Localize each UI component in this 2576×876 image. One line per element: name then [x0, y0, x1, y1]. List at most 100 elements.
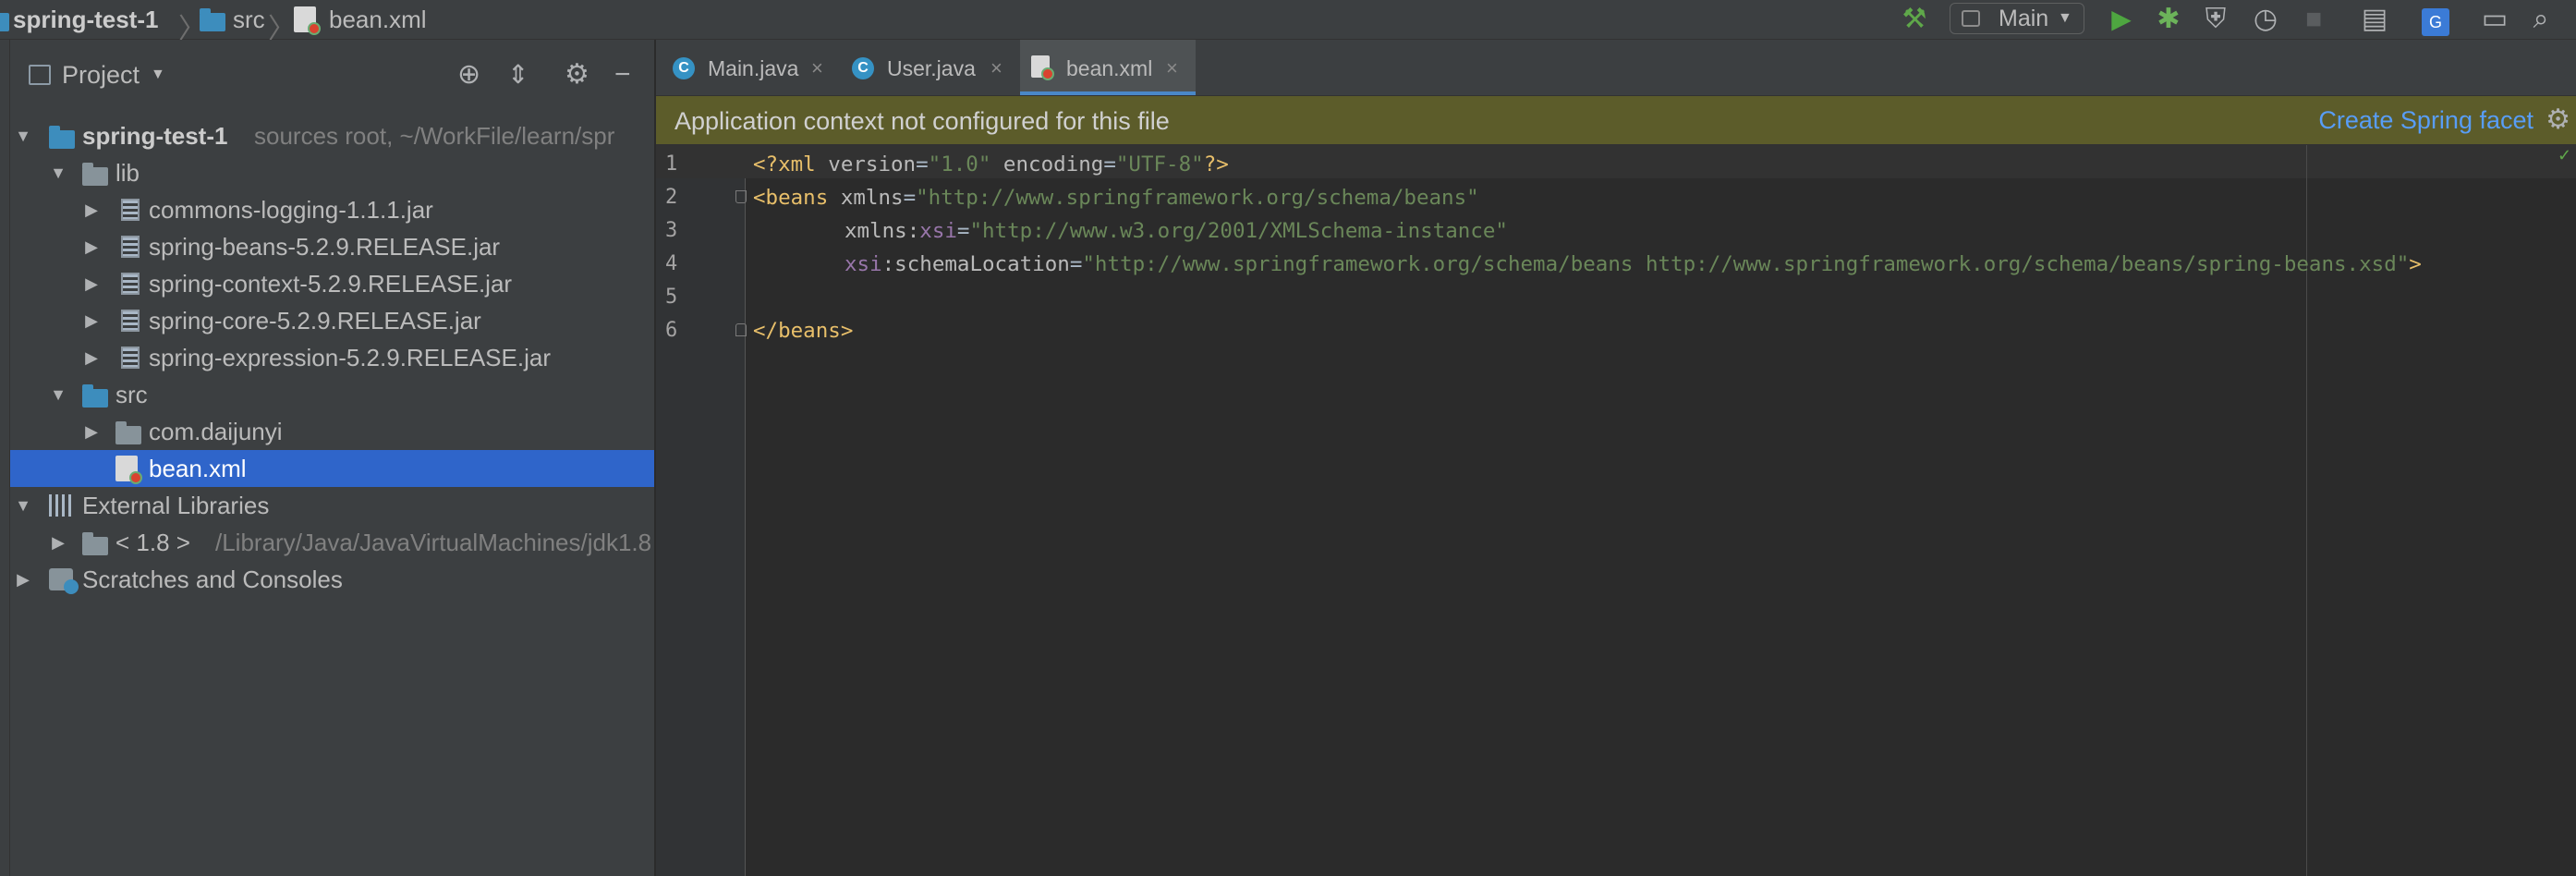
expand-arrow-icon[interactable]: ▼: [47, 376, 69, 413]
tab-bean-xml[interactable]: bean.xml ×: [1020, 40, 1196, 95]
equals: =: [916, 152, 929, 176]
tab-label: bean.xml: [1066, 56, 1153, 80]
tree-item-scratches[interactable]: ▶ Scratches and Consoles: [10, 561, 654, 598]
libraries-icon: [49, 494, 75, 517]
tab-label: Main.java: [708, 56, 799, 80]
tree-item-jar[interactable]: ▶ spring-context-5.2.9.RELEASE.jar: [10, 265, 654, 302]
navigation-bar: spring-test-1 〉 src 〉 bean.xml ⚒ Main ▼ …: [0, 0, 2576, 44]
attr-value: "UTF-8": [1115, 152, 1204, 176]
tree-item-module[interactable]: ▼ spring-test-1 sources root, ~/WorkFile…: [10, 117, 654, 154]
translate-badge: G: [2422, 8, 2449, 36]
spring-xml-icon: [294, 6, 321, 35]
collapsed-arrow-icon[interactable]: ▶: [80, 265, 103, 302]
tree-item-package[interactable]: ▶ com.daijunyi: [10, 413, 654, 450]
run-icon[interactable]: ▶: [2103, 0, 2140, 39]
colon: :: [906, 219, 920, 243]
attr-value: "http://www.springframework.org/schema/b…: [1082, 252, 2410, 276]
expand-arrow-icon[interactable]: ▼: [12, 117, 34, 154]
tree-item-jdk[interactable]: ▶ < 1.8 > /Library/Java/JavaVirtualMachi…: [10, 524, 654, 561]
close-icon[interactable]: ×: [990, 40, 1002, 97]
project-view-icon: [29, 65, 51, 85]
tree-item-external-libraries[interactable]: ▼ External Libraries: [10, 487, 654, 524]
editor-tab-bar: C Main.java × C User.java × bean.xml ×: [656, 40, 2576, 96]
line-number: 4: [665, 252, 678, 275]
search-icon[interactable]: ⌕: [2522, 0, 2559, 39]
breadcrumb-file[interactable]: bean.xml: [329, 0, 427, 39]
chevron-down-icon[interactable]: ▼: [151, 49, 165, 101]
line-number: 6: [665, 319, 678, 342]
breadcrumb-src[interactable]: src: [233, 0, 265, 39]
profile-clock-icon[interactable]: ◷: [2247, 0, 2284, 39]
translate-icon[interactable]: G: [2417, 0, 2454, 39]
terminal-window-icon[interactable]: ▭: [2476, 0, 2513, 39]
tag-open: <beans: [753, 186, 841, 210]
collapsed-arrow-icon[interactable]: ▶: [47, 524, 69, 561]
collapsed-arrow-icon[interactable]: ▶: [80, 339, 103, 376]
tree-item-label: com.daijunyi: [149, 418, 283, 445]
expand-arrow-icon[interactable]: ▼: [47, 154, 69, 191]
tree-item-label: spring-context-5.2.9.RELEASE.jar: [149, 270, 513, 298]
close-icon[interactable]: ×: [1166, 40, 1178, 97]
gear-icon[interactable]: ⚙: [2546, 96, 2570, 144]
collapsed-arrow-icon[interactable]: ▶: [80, 302, 103, 339]
collapsed-arrow-icon[interactable]: ▶: [80, 413, 103, 450]
gear-icon[interactable]: ⚙: [565, 49, 589, 101]
jar-archive-icon: [121, 273, 140, 295]
attr-value: "http://www.w3.org/2001/XMLSchema-instan…: [969, 219, 1508, 243]
run-configuration-dropdown[interactable]: Main ▼: [1950, 3, 2084, 34]
tree-item-label: spring-core-5.2.9.RELEASE.jar: [149, 307, 481, 335]
collapse-all-icon[interactable]: ⇕: [507, 49, 529, 101]
collapsed-arrow-icon[interactable]: ▶: [80, 191, 103, 228]
folder-icon: [200, 8, 225, 31]
equals: =: [956, 219, 970, 243]
fold-marker-icon[interactable]: [735, 190, 747, 203]
line-number: 5: [665, 286, 678, 309]
inspection-ok-icon[interactable]: ✓: [2558, 146, 2571, 165]
create-spring-facet-link[interactable]: Create Spring facet: [2318, 96, 2533, 144]
project-panel-title[interactable]: Project: [62, 49, 140, 101]
tree-item-label: spring-test-1: [82, 122, 228, 150]
coverage-shield-icon[interactable]: ⛨: [2197, 0, 2234, 39]
tree-item-jar[interactable]: ▶ spring-expression-5.2.9.RELEASE.jar: [10, 339, 654, 376]
expand-arrow-icon[interactable]: ▼: [12, 487, 34, 524]
tab-main-java[interactable]: C Main.java ×: [656, 40, 837, 95]
collapsed-arrow-icon[interactable]: ▶: [12, 561, 34, 598]
jar-archive-icon: [121, 199, 140, 221]
equals: =: [1069, 252, 1083, 276]
stop-icon[interactable]: ■: [2295, 0, 2332, 39]
attr-name: version: [828, 152, 917, 176]
fold-marker-icon[interactable]: [735, 323, 747, 336]
tree-item-jar[interactable]: ▶ commons-logging-1.1.1.jar: [10, 191, 654, 228]
debug-bug-icon[interactable]: ✱: [2150, 0, 2187, 39]
closing-tag: </beans>: [753, 319, 854, 343]
tree-item-jar[interactable]: ▶ spring-core-5.2.9.RELEASE.jar: [10, 302, 654, 339]
code-line-6: </beans>: [753, 314, 853, 347]
build-hammer-icon[interactable]: ⚒: [1896, 0, 1933, 39]
namespace-prefix: xsi: [844, 252, 882, 276]
attr-name: xmlns: [844, 219, 907, 243]
equals: =: [1103, 152, 1116, 176]
xml-declaration-open: <?xml: [753, 152, 829, 176]
tree-item-label: spring-expression-5.2.9.RELEASE.jar: [149, 344, 551, 371]
configuration-icon: [1962, 10, 1980, 27]
tree-item-suffix: sources root, ~/WorkFile/learn/spr: [254, 122, 615, 150]
run-config-label: Main: [1999, 6, 2049, 31]
attr-name: :schemaLocation: [881, 252, 1070, 276]
java-class-icon: C: [852, 57, 874, 79]
attr-value: "1.0": [928, 152, 991, 176]
collapsed-arrow-icon[interactable]: ▶: [80, 228, 103, 265]
project-structure-icon[interactable]: ▤: [2356, 0, 2393, 39]
module-icon: [0, 13, 9, 31]
locate-file-icon[interactable]: ⊕: [457, 49, 480, 101]
tree-item-jar[interactable]: ▶ spring-beans-5.2.9.RELEASE.jar: [10, 228, 654, 265]
tree-item-label: < 1.8 >: [115, 529, 190, 556]
code-line-1: <?xml version="1.0" encoding="UTF-8"?>: [753, 148, 1229, 181]
tree-item-label: lib: [115, 159, 140, 187]
tab-user-java[interactable]: C User.java ×: [837, 40, 1020, 95]
tree-item-xml-file[interactable]: bean.xml: [10, 450, 654, 487]
close-icon[interactable]: ×: [811, 40, 823, 97]
hide-panel-icon[interactable]: −: [614, 49, 631, 101]
breadcrumb-project[interactable]: spring-test-1: [13, 0, 158, 39]
tree-item-source-folder[interactable]: ▼ src: [10, 376, 654, 413]
tree-item-folder[interactable]: ▼ lib: [10, 154, 654, 191]
